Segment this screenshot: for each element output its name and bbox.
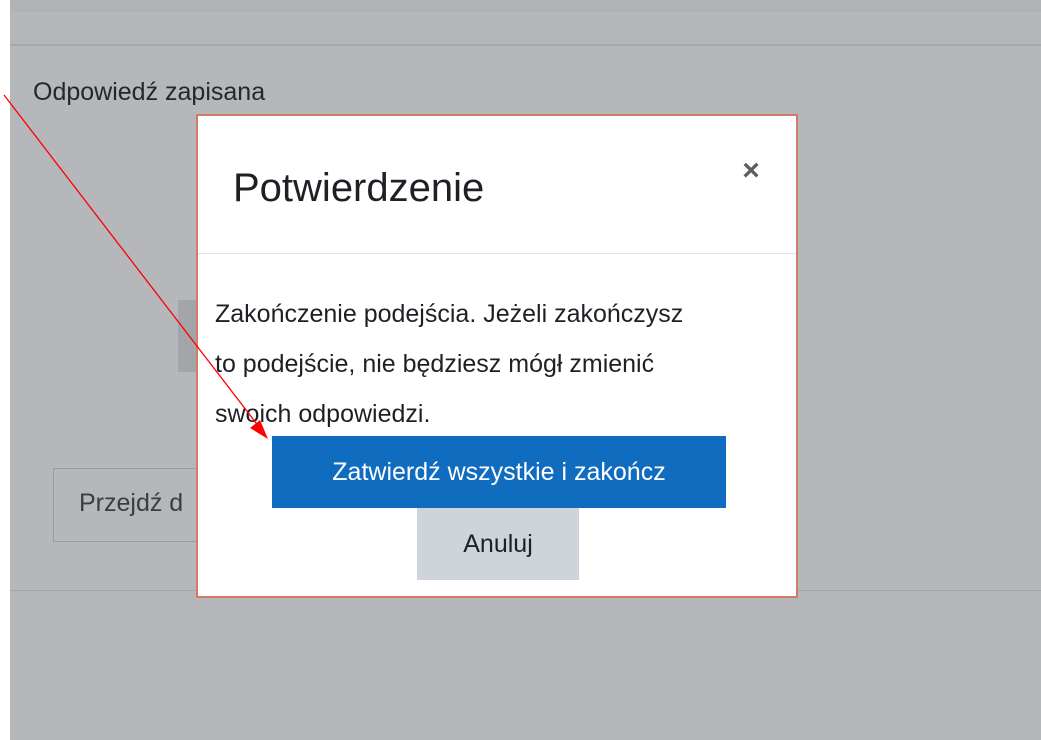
dialog-message: Zakończenie podejścia. Jeżeli zakończysz… [215, 289, 790, 439]
dialog-title: Potwierdzenie [233, 166, 485, 210]
submit-all-and-finish-button[interactable]: Zatwierdź wszystkie i zakończ [272, 436, 726, 508]
dialog-message-line: swoich odpowiedzi. [215, 400, 431, 428]
header-strip [10, 0, 1041, 12]
dialog-header: Potwierdzenie × [198, 116, 796, 254]
confirmation-dialog: Potwierdzenie × Zakończenie podejścia. J… [196, 114, 798, 598]
header-divider [10, 44, 1041, 46]
dialog-message-line: Zakończenie podejścia. Jeżeli zakończysz [215, 300, 684, 328]
answer-status-text: Odpowiedź zapisana [33, 78, 266, 106]
dialog-message-line: to podejście, nie będziesz mógł zmienić [215, 350, 655, 378]
cancel-button[interactable]: Anuluj [417, 508, 579, 580]
screen: Odpowiedź zapisana Przejdź d Potwierdzen… [0, 0, 1041, 740]
close-icon[interactable]: × [736, 156, 766, 186]
navigate-button[interactable]: Przejdź d [53, 468, 213, 542]
